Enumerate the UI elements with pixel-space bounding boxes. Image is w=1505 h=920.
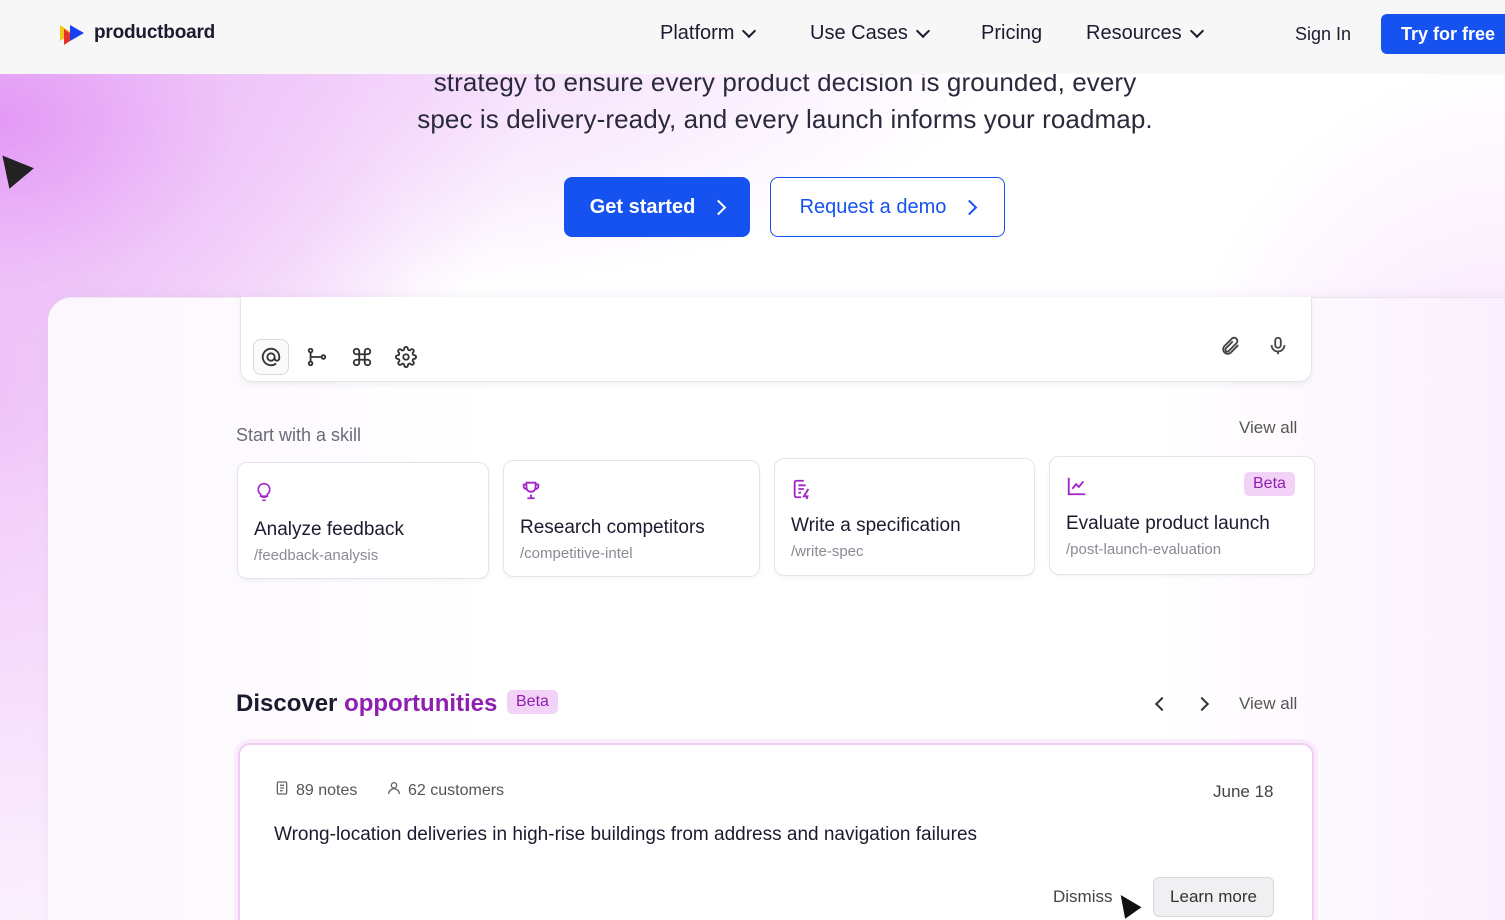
request-demo-button[interactable]: Request a demo: [770, 177, 1005, 237]
at-icon[interactable]: [253, 339, 289, 375]
chevron-right-icon: [711, 199, 727, 215]
customers-count: 62 customers: [386, 780, 504, 801]
skill-card-write-specification[interactable]: Write a specification /write-spec: [774, 458, 1035, 576]
customers-count-label: 62 customers: [408, 781, 505, 799]
nav-item-label: Use Cases: [810, 22, 908, 44]
branch-icon[interactable]: [299, 339, 335, 375]
hero-description-line-2: spec is delivery-ready, and every launch…: [417, 104, 1153, 134]
nav-item-label: Pricing: [981, 22, 1043, 44]
trophy-icon: [520, 479, 542, 507]
top-navigation: productboard Platform Use Cases Pricing …: [0, 0, 1505, 74]
skill-card-research-competitors[interactable]: Research competitors /competitive-intel: [503, 460, 760, 577]
opportunity-date: June 18: [1213, 782, 1274, 801]
chevron-down-icon: [915, 23, 930, 38]
skill-card-title: Evaluate product launch: [1066, 513, 1270, 534]
opportunity-description: Wrong-location deliveries in high-rise b…: [274, 824, 978, 845]
beta-badge: Beta: [507, 690, 558, 714]
chevron-right-icon: [1194, 696, 1210, 712]
beta-badge: Beta: [1244, 472, 1295, 496]
next-arrow-button[interactable]: [1190, 692, 1214, 716]
skill-card-title: Research competitors: [520, 517, 705, 538]
command-icon[interactable]: [344, 339, 380, 375]
paperclip-icon[interactable]: [1212, 328, 1248, 364]
chevron-down-icon: [742, 23, 757, 38]
skill-card-title: Analyze feedback: [254, 519, 404, 540]
document-edit-icon: [791, 477, 813, 507]
brand-name: productboard: [94, 22, 216, 43]
sign-in-link[interactable]: Sign In: [1295, 24, 1351, 45]
get-started-label: Get started: [589, 195, 696, 218]
user-icon: [386, 780, 402, 801]
notes-count-label: 89 notes: [296, 781, 358, 799]
nav-item-platform[interactable]: Platform: [660, 22, 757, 45]
skill-card-analyze-feedback[interactable]: Analyze feedback /feedback-analysis: [237, 462, 489, 579]
skill-card-command: /write-spec: [791, 543, 864, 560]
line-chart-icon: [1066, 475, 1088, 503]
heading-part: Discover: [236, 690, 338, 717]
brand-logo[interactable]: productboard: [60, 22, 216, 45]
get-started-button[interactable]: Get started: [564, 177, 750, 237]
nav-item-use-cases[interactable]: Use Cases: [810, 22, 930, 45]
lightbulb-icon: [254, 481, 274, 509]
skill-card-evaluate-launch[interactable]: Beta Evaluate product launch /post-launc…: [1049, 456, 1315, 575]
nav-item-label: Resources: [1086, 22, 1182, 44]
gear-icon[interactable]: [388, 339, 424, 375]
opportunities-view-all-link[interactable]: View all: [1239, 694, 1297, 714]
skills-view-all-link[interactable]: View all: [1239, 418, 1297, 438]
request-demo-label: Request a demo: [799, 195, 947, 218]
learn-more-button[interactable]: Learn more: [1153, 877, 1274, 917]
nav-item-pricing[interactable]: Pricing: [981, 22, 1042, 45]
dismiss-button[interactable]: Dismiss: [1053, 887, 1113, 907]
skills-heading: Start with a skill: [236, 425, 362, 445]
skill-card-command: /feedback-analysis: [254, 547, 379, 564]
productboard-logo-icon: [60, 23, 86, 45]
try-for-free-button[interactable]: Try for free: [1381, 14, 1505, 54]
notes-count: 89 notes: [274, 780, 357, 801]
heading-accent: opportunities: [344, 690, 498, 717]
notes-icon: [274, 780, 290, 801]
chevron-left-icon: [1154, 696, 1170, 712]
discover-opportunities-heading: Discover opportunities: [236, 690, 497, 718]
microphone-icon[interactable]: [1260, 328, 1296, 364]
previous-arrow-button[interactable]: [1150, 692, 1174, 716]
nav-item-label: Platform: [660, 22, 735, 44]
chevron-down-icon: [1189, 23, 1204, 38]
skill-card-command: /post-launch-evaluation: [1066, 541, 1222, 558]
chevron-right-icon: [962, 199, 978, 215]
nav-item-resources[interactable]: Resources: [1086, 22, 1204, 45]
skill-card-title: Write a specification: [791, 515, 961, 536]
skill-card-command: /competitive-intel: [520, 545, 633, 562]
